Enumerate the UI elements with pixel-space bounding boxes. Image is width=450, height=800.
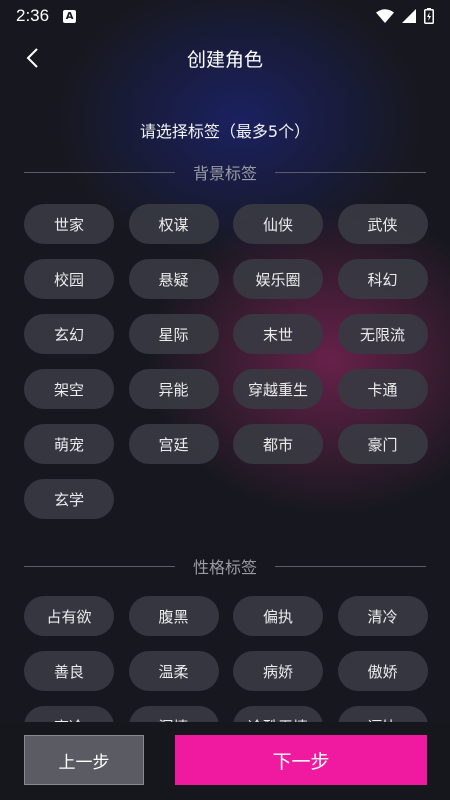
section-header-personality: 性格标签	[24, 554, 427, 578]
divider-line	[275, 171, 427, 173]
tag-chip[interactable]: 卡通	[337, 369, 428, 409]
divider-line	[275, 565, 427, 567]
instruction-text: 请选择标签（最多5个）	[139, 122, 311, 141]
tag-chip[interactable]: 占有欲	[24, 596, 114, 636]
tag-chip[interactable]: 悬疑	[128, 259, 219, 299]
status-icons	[376, 8, 434, 24]
tag-chip[interactable]: 都市	[233, 424, 323, 464]
page-title: 创建角色	[186, 48, 263, 71]
tag-chip[interactable]: 偏执	[233, 596, 323, 636]
divider-line	[24, 171, 175, 173]
tag-chip[interactable]: 清冷	[337, 596, 428, 636]
tag-chip[interactable]: 宫廷	[128, 424, 219, 464]
tag-scroll-area[interactable]: 请选择标签（最多5个） 背景标签 世家 权谋 仙侠 武侠校园 悬疑 娱乐圈 科幻玄幻 星际 末世…	[0, 80, 450, 722]
section-header-background: 背景标签	[24, 160, 427, 184]
previous-step-button[interactable]: 上一步	[24, 735, 144, 785]
tag-chip[interactable]: 萌宠	[24, 424, 114, 464]
chevron-left-icon	[26, 48, 38, 68]
tag-chip[interactable]: 末世	[233, 314, 323, 354]
tag-chip[interactable]: 架空	[24, 369, 114, 409]
divider-line	[24, 565, 175, 567]
nav-bar: 创建角色	[0, 36, 450, 80]
section-label: 性格标签	[193, 558, 258, 577]
tag-chip[interactable]: 冷酷无情	[233, 706, 323, 722]
notification-icon: A	[63, 9, 77, 23]
tag-chip[interactable]: 世家	[24, 204, 114, 244]
status-bar: 2:36 A	[0, 0, 450, 32]
tag-chip[interactable]: 深情	[128, 706, 219, 722]
battery-icon	[424, 8, 434, 24]
back-button[interactable]	[16, 42, 48, 74]
tag-chip[interactable]: 傲娇	[337, 651, 428, 691]
tag-chip[interactable]: 无限流	[337, 314, 428, 354]
tag-chip[interactable]: 仙侠	[233, 204, 323, 244]
wifi-icon	[376, 9, 394, 23]
tag-chip[interactable]: 娱乐圈	[233, 259, 323, 299]
tag-chip[interactable]: 星际	[128, 314, 219, 354]
tag-chip[interactable]: 武侠	[337, 204, 428, 244]
tag-chip[interactable]: 腹黑	[128, 596, 219, 636]
personality-tags-grid: 占有欲腹黑偏执清冷善良温柔病娇傲娇高冷深情冷酷无情逗比	[24, 596, 428, 722]
next-step-button[interactable]: 下一步	[175, 735, 427, 785]
tag-chip[interactable]: 异能	[128, 369, 219, 409]
tag-chip[interactable]: 病娇	[233, 651, 323, 691]
tag-chip[interactable]: 穿越重生	[233, 369, 323, 409]
tag-chip[interactable]: 豪门	[337, 424, 428, 464]
bottom-bar: 上一步 下一步	[0, 722, 450, 800]
tag-chip[interactable]: 温柔	[128, 651, 219, 691]
tag-chip[interactable]: 玄幻	[24, 314, 114, 354]
tag-chip[interactable]: 善良	[24, 651, 114, 691]
tag-chip[interactable]: 高冷	[24, 706, 114, 722]
tag-chip[interactable]: 科幻	[337, 259, 428, 299]
section-label: 背景标签	[193, 164, 258, 183]
background-tags-grid: 世家 权谋 仙侠 武侠校园 悬疑 娱乐圈 科幻玄幻 星际 末世 无限流架空 异能 穿越重生 卡通萌宠 宫廷…	[24, 204, 428, 519]
status-time: 2:36	[16, 6, 50, 25]
tag-chip[interactable]: 权谋	[128, 204, 219, 244]
tag-chip[interactable]: 逗比	[337, 706, 428, 722]
signal-icon	[402, 9, 416, 23]
tag-chip[interactable]: 校园	[24, 259, 114, 299]
tag-chip[interactable]: 玄学	[24, 479, 114, 519]
